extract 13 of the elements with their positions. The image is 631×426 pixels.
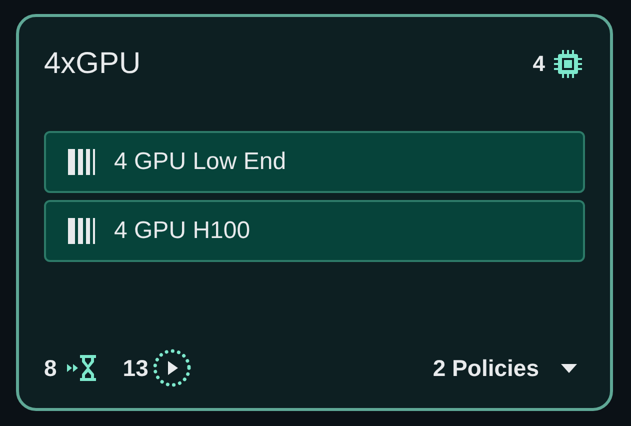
policies-dropdown[interactable]: 2 Policies: [432, 350, 577, 386]
resource-item[interactable]: 4 GPU Low End: [44, 131, 585, 193]
resource-item[interactable]: 4 GPU H100: [44, 200, 585, 262]
running-count: 13: [122, 354, 148, 383]
barcode-icon: [68, 218, 96, 244]
queued-count: 8: [44, 354, 57, 383]
play-circle-icon: [152, 348, 192, 388]
chip-icon: [553, 48, 583, 78]
barcode-icon: [68, 149, 96, 175]
card-title: 4xGPU: [44, 48, 141, 78]
caret-icon: [561, 364, 577, 372]
gpu-count: 4: [532, 50, 545, 78]
hourglass-icon: [64, 353, 99, 383]
